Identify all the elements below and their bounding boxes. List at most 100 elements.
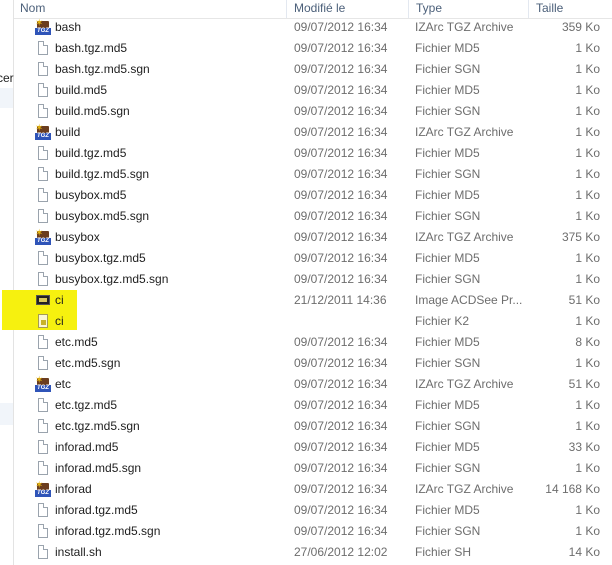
file-row[interactable]: ✶ TGZ inforad 09/07/2012 16:34 IZArc TGZ Arc…: [14, 479, 612, 500]
file-name[interactable]: bash: [55, 20, 81, 34]
file-icon: [35, 166, 51, 183]
file-icon: [35, 439, 51, 456]
file-row[interactable]: ci Fichier K2 1 Ko: [14, 311, 612, 332]
file-row[interactable]: busybox.tgz.md5.sgn 09/07/2012 16:34 Fichi…: [14, 269, 612, 290]
file-type: Fichier MD5: [415, 83, 480, 97]
file-name[interactable]: inforad: [55, 482, 92, 496]
file-name[interactable]: etc: [55, 377, 71, 391]
navigation-pane[interactable]: cer: [0, 0, 14, 565]
column-header-size[interactable]: Taille: [530, 1, 610, 17]
file-row[interactable]: inforad.md5 09/07/2012 16:34 Fichier MD5 33…: [14, 437, 612, 458]
file-row[interactable]: etc.md5 09/07/2012 16:34 Fichier MD5 8 Ko: [14, 332, 612, 353]
file-row[interactable]: build.tgz.md5.sgn 09/07/2012 16:34 Fichier…: [14, 164, 612, 185]
file-icon: [35, 187, 51, 204]
file-size: 14 168 Ko: [545, 482, 600, 496]
file-modified-date: 09/07/2012 16:34: [294, 209, 388, 223]
file-name[interactable]: bash.tgz.md5: [55, 41, 127, 55]
file-type: Fichier SGN: [415, 209, 481, 223]
file-row[interactable]: etc.tgz.md5 09/07/2012 16:34 Fichier MD5 1 …: [14, 395, 612, 416]
file-type: Fichier SGN: [415, 62, 481, 76]
file-row[interactable]: etc.tgz.md5.sgn 09/07/2012 16:34 Fichier S…: [14, 416, 612, 437]
column-header-modified[interactable]: Modifié le: [288, 1, 408, 17]
file-modified-date: 09/07/2012 16:34: [294, 398, 388, 412]
tgz-label: TGZ: [35, 490, 51, 497]
file-name[interactable]: ci: [55, 314, 64, 328]
file-type: Fichier SGN: [415, 461, 481, 475]
file-row[interactable]: build.md5 09/07/2012 16:34 Fichier MD5 1 Ko: [14, 80, 612, 101]
file-name[interactable]: inforad.md5.sgn: [55, 461, 141, 475]
file-row[interactable]: inforad.tgz.md5.sgn 09/07/2012 16:34 Fichi…: [14, 521, 612, 542]
file-modified-date: 09/07/2012 16:34: [294, 461, 388, 475]
file-name[interactable]: inforad.tgz.md5: [55, 503, 138, 517]
file-name[interactable]: install.sh: [55, 545, 102, 559]
file-row[interactable]: inforad.md5.sgn 09/07/2012 16:34 Fichier S…: [14, 458, 612, 479]
file-size: 1 Ko: [575, 83, 600, 97]
file-list[interactable]: Nom Modifié le Type Taille ✶ TGZ bash 09/07…: [14, 0, 612, 565]
file-type: Fichier SGN: [415, 524, 481, 538]
file-row[interactable]: build.md5.sgn 09/07/2012 16:34 Fichier SGN…: [14, 101, 612, 122]
file-size: 375 Ko: [561, 230, 600, 244]
file-row[interactable]: bash.tgz.md5 09/07/2012 16:34 Fichier MD5 1…: [14, 38, 612, 59]
file-row[interactable]: ✶ TGZ etc 09/07/2012 16:34 IZArc TGZ Archive…: [14, 374, 612, 395]
file-icon: [35, 61, 51, 78]
file-name[interactable]: etc.tgz.md5.sgn: [55, 419, 140, 433]
file-row[interactable]: bash.tgz.md5.sgn 09/07/2012 16:34 Fichier …: [14, 59, 612, 80]
nav-pane-band: [0, 88, 13, 108]
file-name[interactable]: etc.tgz.md5: [55, 398, 117, 412]
file-modified-date: 27/06/2012 12:02: [294, 545, 388, 559]
file-name[interactable]: busybox.md5.sgn: [55, 209, 149, 223]
file-name[interactable]: ci: [55, 293, 64, 307]
file-type: Fichier MD5: [415, 41, 480, 55]
file-name[interactable]: busybox.md5: [55, 188, 126, 202]
file-row[interactable]: inforad.tgz.md5 09/07/2012 16:34 Fichier M…: [14, 500, 612, 521]
file-name[interactable]: bash.tgz.md5.sgn: [55, 62, 150, 76]
file-row[interactable]: busybox.md5.sgn 09/07/2012 16:34 Fichier S…: [14, 206, 612, 227]
file-name[interactable]: build.md5.sgn: [55, 104, 130, 118]
file-size: 33 Ko: [568, 440, 600, 454]
column-divider[interactable]: [408, 0, 409, 18]
file-modified-date: 09/07/2012 16:34: [294, 251, 388, 265]
column-divider[interactable]: [528, 0, 529, 18]
file-row[interactable]: busybox.md5 09/07/2012 16:34 Fichier MD5 1 …: [14, 185, 612, 206]
nav-pane-item-label[interactable]: cer: [0, 71, 14, 85]
file-row[interactable]: ci 21/12/2011 14:36 Image ACDSee Pr... 51 K…: [14, 290, 612, 311]
file-name[interactable]: build.tgz.md5.sgn: [55, 167, 149, 181]
file-row[interactable]: ✶ TGZ build 09/07/2012 16:34 IZArc TGZ Archi…: [14, 122, 612, 143]
file-name[interactable]: inforad.md5: [55, 440, 118, 454]
file-name[interactable]: inforad.tgz.md5.sgn: [55, 524, 160, 538]
file-name[interactable]: build.md5: [55, 83, 107, 97]
file-type: Fichier SH: [415, 545, 472, 559]
file-row[interactable]: etc.md5.sgn 09/07/2012 16:34 Fichier SGN 1 …: [14, 353, 612, 374]
file-name[interactable]: etc.md5: [55, 335, 98, 349]
file-name[interactable]: build: [55, 125, 80, 139]
file-name[interactable]: build.tgz.md5: [55, 146, 126, 160]
column-header-name[interactable]: Nom: [14, 1, 286, 17]
column-header-type[interactable]: Type: [410, 1, 528, 17]
file-row[interactable]: install.sh 27/06/2012 12:02 Fichier SH 14 K…: [14, 542, 612, 563]
image-icon: [35, 292, 51, 309]
file-icon: [35, 103, 51, 120]
column-divider[interactable]: [286, 0, 287, 18]
file-row[interactable]: ✶ TGZ bash 09/07/2012 16:34 IZArc TGZ Archiv…: [14, 17, 612, 38]
file-size: 1 Ko: [575, 524, 600, 538]
file-row[interactable]: busybox.tgz.md5 09/07/2012 16:34 Fichier M…: [14, 248, 612, 269]
k2-file-icon: [35, 313, 51, 330]
tgz-archive-icon: ✶ TGZ: [35, 480, 51, 497]
file-size: 1 Ko: [575, 419, 600, 433]
file-name[interactable]: busybox: [55, 230, 100, 244]
file-name[interactable]: etc.md5.sgn: [55, 356, 120, 370]
file-size: 1 Ko: [575, 314, 600, 328]
nav-pane-band: [0, 403, 13, 425]
file-icon: [35, 40, 51, 57]
file-name[interactable]: busybox.tgz.md5: [55, 251, 146, 265]
file-name[interactable]: busybox.tgz.md5.sgn: [55, 272, 168, 286]
file-type: Fichier SGN: [415, 167, 481, 181]
file-modified-date: 09/07/2012 16:34: [294, 104, 388, 118]
file-icon: [35, 397, 51, 414]
file-row[interactable]: ✶ TGZ busybox 09/07/2012 16:34 IZArc TGZ Arc…: [14, 227, 612, 248]
file-row[interactable]: build.tgz.md5 09/07/2012 16:34 Fichier MD5…: [14, 143, 612, 164]
file-size: 1 Ko: [575, 146, 600, 160]
file-size: 1 Ko: [575, 398, 600, 412]
file-icon: [35, 502, 51, 519]
file-modified-date: 09/07/2012 16:34: [294, 272, 388, 286]
